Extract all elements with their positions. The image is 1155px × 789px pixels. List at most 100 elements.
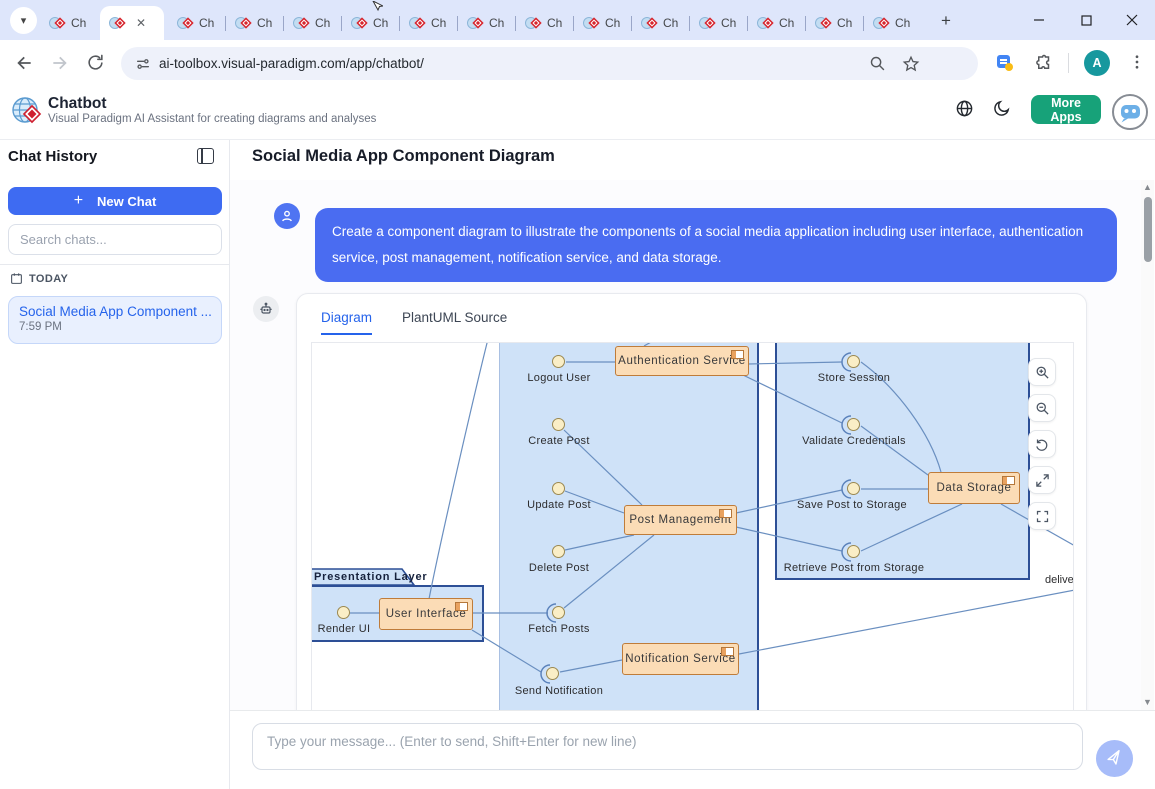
zoom-out-button[interactable] [1028, 394, 1056, 422]
browser-tab[interactable]: Ch [168, 6, 226, 40]
window-maximize-button[interactable] [1063, 0, 1109, 40]
component-data-storage[interactable]: Data Storage [928, 472, 1020, 504]
visual-paradigm-logo [12, 95, 44, 132]
reload-icon[interactable] [86, 53, 106, 73]
zoom-in-button[interactable] [1028, 358, 1056, 386]
extensions-icon[interactable] [1035, 54, 1055, 74]
interface-render-ui[interactable] [337, 606, 350, 619]
visual-paradigm-favicon [109, 16, 124, 31]
address-bar[interactable]: ai-toolbox.visual-paradigm.com/app/chatb… [121, 47, 978, 80]
tab-close-icon[interactable]: ✕ [136, 17, 146, 29]
expand-button[interactable] [1028, 466, 1056, 494]
interface-create-post[interactable] [552, 418, 565, 431]
interface-delete-post[interactable] [552, 545, 565, 558]
browser-tab[interactable]: Ch [864, 6, 922, 40]
tab-label: Ch [71, 16, 86, 30]
tab-plantuml-source[interactable]: PlantUML Source [402, 310, 507, 335]
site-settings-icon[interactable] [135, 56, 151, 72]
diagram-card: Diagram PlantUML Source Presentation Lay… [296, 293, 1087, 710]
interface-store-session[interactable] [847, 355, 860, 368]
visual-paradigm-favicon [583, 16, 598, 31]
interface-label: Fetch Posts [528, 623, 589, 635]
interface-retrieve-post-from-storage[interactable] [847, 545, 860, 558]
scroll-down-icon[interactable]: ▼ [1143, 698, 1152, 707]
window-close-button[interactable] [1109, 0, 1155, 40]
browser-tab[interactable]: Ch [458, 6, 516, 40]
tab-search-chevron-icon[interactable]: ▾ [10, 7, 37, 34]
browser-tab[interactable]: Ch [806, 6, 864, 40]
visual-paradigm-favicon [815, 16, 830, 31]
browser-tab[interactable]: Ch [226, 6, 284, 40]
component-post-management[interactable]: Post Management [624, 505, 737, 535]
send-button[interactable] [1096, 740, 1133, 777]
interface-logout-user[interactable] [552, 355, 565, 368]
message-input[interactable] [252, 723, 1083, 770]
back-icon[interactable] [14, 53, 34, 73]
visual-paradigm-favicon [525, 16, 540, 31]
clipped-edge-label: delive [1045, 574, 1074, 586]
browser-tab[interactable]: Ch [574, 6, 632, 40]
interface-send-notification[interactable] [546, 667, 559, 680]
interface-validate-credentials[interactable] [847, 418, 860, 431]
zoom-level-icon[interactable] [869, 55, 886, 72]
tab-diagram[interactable]: Diagram [321, 310, 372, 335]
component-user-interface[interactable]: User Interface [379, 598, 473, 630]
component-authentication-service[interactable]: Authentication Service [615, 346, 749, 376]
browser-tab-active[interactable]: ✕ [100, 6, 164, 40]
component-icon [1002, 476, 1015, 485]
profile-avatar[interactable]: A [1084, 50, 1110, 76]
chatbot-avatar-icon[interactable] [1111, 93, 1149, 136]
fullscreen-button[interactable] [1028, 502, 1056, 530]
chat-item-title: Social Media App Component ... [19, 304, 211, 319]
forward-icon[interactable] [50, 53, 70, 73]
visual-paradigm-favicon [235, 16, 250, 31]
new-tab-button[interactable]: + [934, 9, 958, 33]
scrollbar-thumb[interactable] [1144, 197, 1152, 262]
main-content: Social Media App Component Diagram Creat… [230, 140, 1155, 789]
visual-paradigm-favicon [757, 16, 772, 31]
window-minimize-button[interactable] [1016, 0, 1062, 40]
sidebar-collapse-icon[interactable] [197, 148, 214, 164]
interface-fetch-posts[interactable] [552, 606, 565, 619]
language-globe-icon[interactable] [955, 99, 974, 123]
robot-icon [258, 301, 274, 317]
sidebar: Chat History + New Chat TODAY Social Med… [0, 140, 230, 789]
interface-label: Validate Credentials [802, 435, 906, 447]
visual-paradigm-favicon [409, 16, 424, 31]
dark-mode-moon-icon[interactable] [992, 99, 1011, 123]
interface-label: Send Notification [515, 685, 603, 697]
browser-tab[interactable]: Ch [516, 6, 574, 40]
interface-update-post[interactable] [552, 482, 565, 495]
visual-paradigm-favicon [177, 16, 192, 31]
browser-tab[interactable]: Ch [748, 6, 806, 40]
page-title: Social Media App Component Diagram [252, 147, 555, 166]
interface-label: Render UI [318, 623, 371, 635]
diagram-canvas[interactable]: Presentation Layer [311, 342, 1074, 710]
user-avatar [274, 203, 300, 229]
scroll-up-icon[interactable]: ▲ [1143, 183, 1152, 192]
translate-icon[interactable] [997, 55, 1017, 75]
browser-tab[interactable]: Ch [690, 6, 748, 40]
interface-label: Save Post to Storage [797, 499, 907, 511]
reset-view-button[interactable] [1028, 430, 1056, 458]
chat-history-item[interactable]: Social Media App Component ... 7:59 PM [8, 296, 222, 344]
browser-tab[interactable]: Ch [400, 6, 458, 40]
component-notification-service[interactable]: Notification Service [622, 643, 739, 675]
more-apps-button[interactable]: More Apps [1031, 95, 1101, 124]
visual-paradigm-favicon [467, 16, 482, 31]
sidebar-title: Chat History [8, 148, 97, 165]
interface-label: Update Post [527, 499, 591, 511]
browser-menu-icon[interactable] [1128, 53, 1148, 73]
bookmark-star-icon[interactable] [902, 55, 920, 73]
browser-tab[interactable]: Ch [40, 6, 98, 40]
person-icon [279, 208, 295, 224]
interface-save-post-to-storage[interactable] [847, 482, 860, 495]
package-presentation-label: Presentation Layer [314, 571, 427, 583]
browser-tab[interactable]: Ch [284, 6, 342, 40]
app-header: Chatbot Visual Paradigm AI Assistant for… [0, 86, 1155, 140]
search-chats-input[interactable] [8, 224, 222, 255]
new-chat-button[interactable]: + New Chat [8, 187, 222, 215]
browser-tab[interactable]: Ch [632, 6, 690, 40]
vertical-scrollbar[interactable]: ▲ ▼ [1141, 180, 1154, 710]
assistant-avatar [253, 296, 279, 322]
